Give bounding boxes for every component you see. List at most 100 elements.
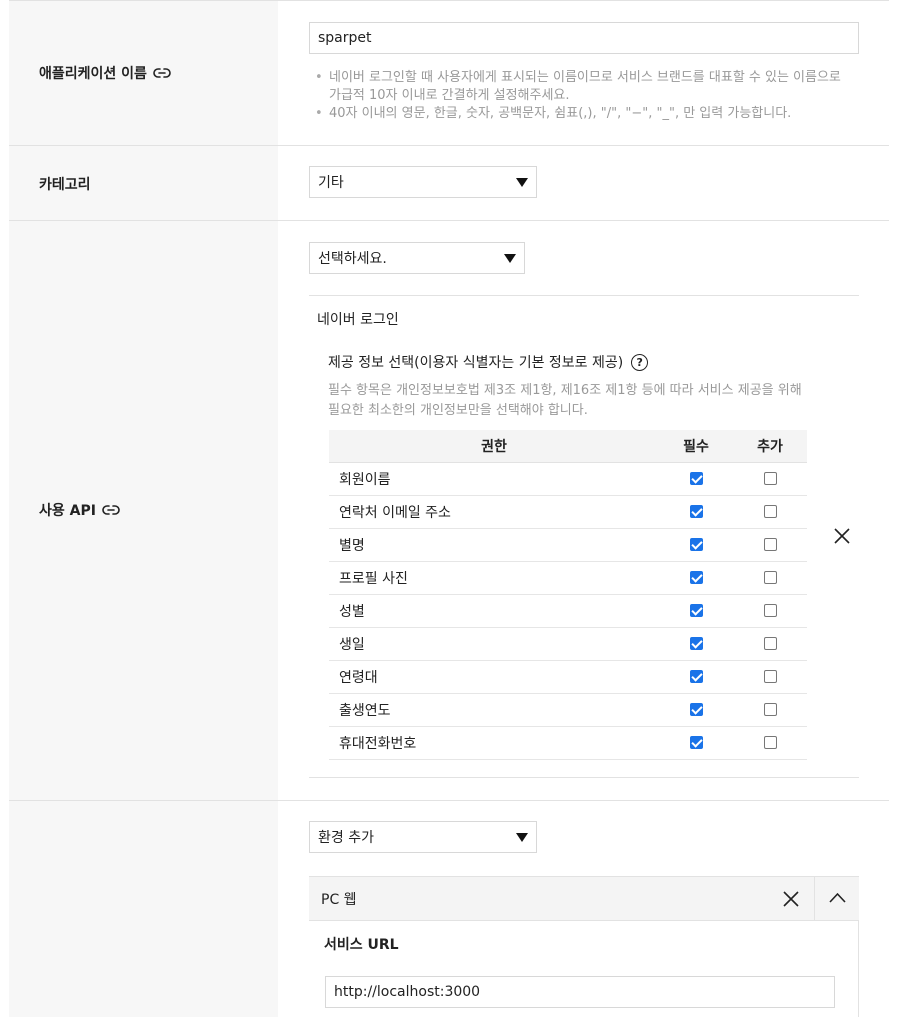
chevron-up-icon[interactable] [829, 892, 846, 904]
additional-checkbox-cell [733, 462, 807, 496]
col-header-required: 필수 [659, 430, 733, 463]
permission-name: 연령대 [329, 660, 659, 694]
permission-table: 권한 필수 추가 회원이름 연락처 이메일 주소 별명 프로필 사진 성별 생일 연령대 출생… [329, 430, 807, 760]
api-label-text: 사용 API [39, 503, 96, 519]
table-row: 별명 [329, 528, 807, 562]
additional-checkbox[interactable] [763, 670, 777, 683]
required-checkbox[interactable] [689, 538, 703, 551]
api-info-title-text: 제공 정보 선택(이용자 식별자는 기본 정보로 제공) [328, 355, 624, 371]
caret-down-icon [516, 177, 528, 187]
additional-checkbox[interactable] [763, 505, 777, 518]
category-label-cell: 카테고리 [9, 146, 278, 220]
question-circle-icon[interactable]: ? [631, 353, 649, 371]
additional-checkbox-cell [733, 528, 807, 562]
close-icon[interactable] [834, 528, 850, 544]
required-checkbox[interactable] [689, 703, 703, 716]
table-row: 생일 [329, 627, 807, 661]
additional-checkbox[interactable] [763, 736, 777, 749]
additional-checkbox[interactable] [763, 637, 777, 650]
table-row: 휴대전화번호 [329, 726, 807, 760]
app-name-hints: 네이버 로그인할 때 사용자에게 표시되는 이름이므로 서비스 브랜드를 대표할… [315, 69, 855, 123]
service-url-input[interactable]: http://localhost:3000 [325, 976, 835, 1008]
permission-table-body: 회원이름 연락처 이메일 주소 별명 프로필 사진 성별 생일 연령대 출생연도 휴대전화번호 [329, 462, 807, 760]
additional-checkbox[interactable] [763, 703, 777, 716]
api-label-cell: 사용 API [9, 221, 278, 800]
app-name-input-value: sparpet [318, 30, 372, 46]
required-checkbox-cell [659, 693, 733, 727]
app-name-hint-2: 40자 이내의 영문, 한글, 숫자, 공백문자, 쉼표(,), "/", "−… [315, 105, 855, 123]
env-panel-header-divider [814, 877, 815, 920]
api-select[interactable]: 선택하세요. [309, 242, 525, 274]
required-checkbox[interactable] [689, 637, 703, 650]
service-url-label: 서비스 URL [324, 937, 399, 953]
additional-checkbox[interactable] [763, 571, 777, 584]
permission-name: 성별 [329, 594, 659, 628]
additional-checkbox[interactable] [763, 604, 777, 617]
col-header-permission: 권한 [329, 430, 659, 463]
required-checkbox[interactable] [689, 472, 703, 485]
required-checkbox-cell [659, 561, 733, 595]
permission-name: 별명 [329, 528, 659, 562]
required-checkbox[interactable] [689, 670, 703, 683]
api-row: 사용 API 선택하세요. 네이버 로그인 제공 정보 선택(이용자 식별자는 … [9, 221, 889, 801]
app-name-input[interactable]: sparpet [309, 22, 859, 54]
permission-name: 연락처 이메일 주소 [329, 495, 659, 529]
api-info-desc: 필수 항목은 개인정보보호법 제3조 제1항, 제16조 제1항 등에 따라 서… [328, 383, 802, 418]
required-checkbox[interactable] [689, 571, 703, 584]
required-checkbox-cell [659, 594, 733, 628]
additional-checkbox-cell [733, 726, 807, 760]
required-checkbox-cell [659, 726, 733, 760]
app-name-label-cell: 애플리케이션 이름 [9, 1, 278, 145]
required-checkbox[interactable] [689, 736, 703, 749]
api-section-divider-top [309, 295, 859, 296]
app-name-label-text: 애플리케이션 이름 [39, 66, 147, 82]
app-name-label: 애플리케이션 이름 [39, 63, 171, 83]
additional-checkbox-cell [733, 561, 807, 595]
additional-checkbox-cell [733, 693, 807, 727]
category-row: 카테고리 기타 [9, 146, 889, 221]
table-row: 프로필 사진 [329, 561, 807, 595]
additional-checkbox-cell [733, 495, 807, 529]
required-checkbox-cell [659, 495, 733, 529]
caret-down-icon [516, 832, 528, 842]
table-row: 연령대 [329, 660, 807, 694]
required-checkbox[interactable] [689, 604, 703, 617]
additional-checkbox[interactable] [763, 472, 777, 485]
service-url-input-value: http://localhost:3000 [334, 984, 481, 1000]
env-label-cell [9, 801, 278, 1017]
additional-checkbox-cell [733, 660, 807, 694]
api-section-title: 네이버 로그인 [317, 312, 399, 328]
category-select[interactable]: 기타 [309, 166, 537, 198]
additional-checkbox[interactable] [763, 538, 777, 551]
api-select-value: 선택하세요. [318, 251, 387, 267]
env-panel-title: PC 웹 [321, 891, 357, 908]
permission-table-header: 권한 필수 추가 [329, 430, 807, 463]
permission-name: 회원이름 [329, 462, 659, 496]
table-row: 연락처 이메일 주소 [329, 495, 807, 529]
permission-name: 휴대전화번호 [329, 726, 659, 760]
table-row: 출생연도 [329, 693, 807, 727]
permission-name: 생일 [329, 627, 659, 661]
additional-checkbox-cell [733, 594, 807, 628]
required-checkbox-cell [659, 528, 733, 562]
env-panel-body: 서비스 URL http://localhost:3000 [309, 921, 859, 1017]
category-select-value: 기타 [318, 175, 344, 191]
required-checkbox[interactable] [689, 505, 703, 518]
close-icon[interactable] [783, 891, 799, 907]
api-info-title: 제공 정보 선택(이용자 식별자는 기본 정보로 제공) ? [328, 352, 649, 372]
permission-name: 프로필 사진 [329, 561, 659, 595]
env-select-value: 환경 추가 [318, 830, 374, 846]
app-name-row: 애플리케이션 이름 sparpet 네이버 로그인할 때 사용자에게 표시되는 … [9, 1, 889, 146]
env-panel: PC 웹 서비스 URL http://localhost:3000 [309, 876, 859, 1017]
api-section-divider-bottom [309, 777, 859, 778]
required-checkbox-cell [659, 627, 733, 661]
additional-checkbox-cell [733, 627, 807, 661]
category-label: 카테고리 [39, 174, 91, 194]
link-icon[interactable] [153, 67, 171, 79]
table-row: 회원이름 [329, 462, 807, 496]
col-header-additional: 추가 [733, 430, 807, 463]
caret-down-icon [504, 253, 516, 263]
env-select[interactable]: 환경 추가 [309, 821, 537, 853]
link-icon[interactable] [102, 504, 120, 516]
table-row: 성별 [329, 594, 807, 628]
